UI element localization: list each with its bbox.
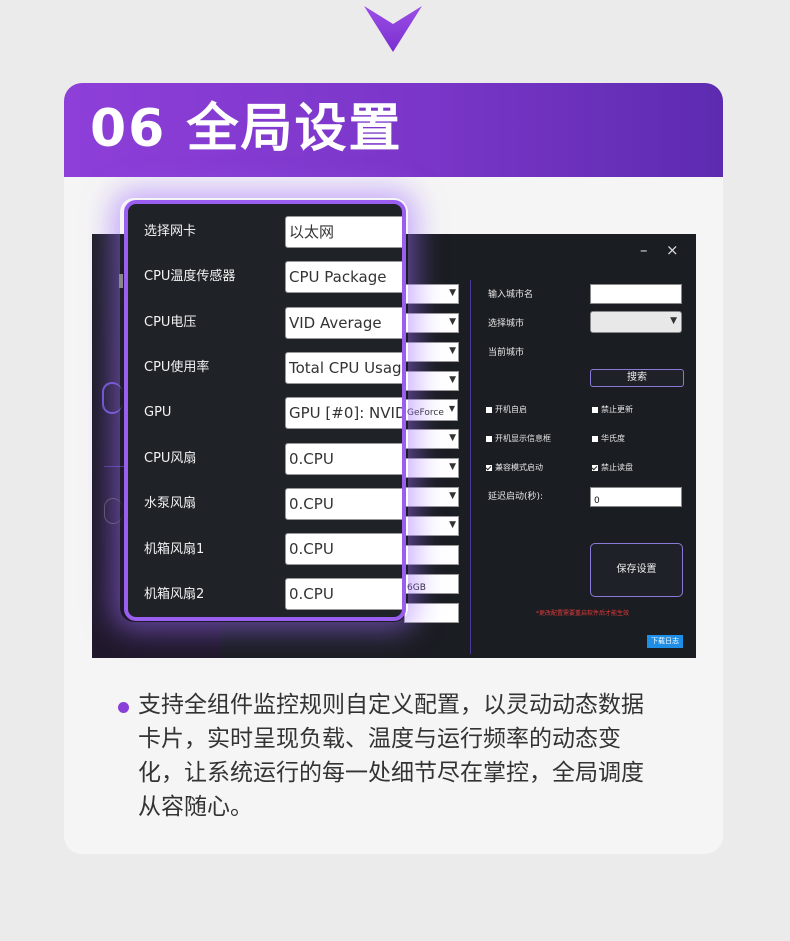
gpu-dropdown-extension[interactable]: GeForce ▼ [402,399,458,421]
mid-input[interactable] [404,545,459,565]
case-fan1-label: 机箱风扇1 [144,542,205,557]
caret-down-icon: ▼ [449,317,456,327]
mid-dropdown[interactable]: ▼ [404,313,459,333]
checkbox-show-info[interactable]: 开机显示信息框 [486,434,551,444]
mid-dropdown[interactable]: ▼ [404,371,459,391]
restart-warning: *更改配置需要重启软件后才能生效 [536,610,630,617]
checkbox-compat-mode[interactable]: 兼容模式启动 [486,463,543,473]
bullet-dot [118,702,129,713]
sensor-config-panel: 选择网卡 以太网 CPU温度传感器 CPU Package CPU电压 VID … [124,200,406,621]
cpu-voltage-label: CPU电压 [144,315,197,330]
mid-dropdown[interactable]: ▼ [404,284,459,304]
caret-down-icon: ▼ [449,433,456,443]
pump-fan-label: 水泵风扇 [144,496,197,511]
city-input-label: 输入城市名 [488,290,534,300]
delay-label: 延迟启动(秒): [488,492,544,502]
caret-down-icon: ▼ [670,316,677,326]
close-button[interactable]: × [666,240,679,260]
nic-label: 选择网卡 [144,224,197,239]
case-fan2-label: 机箱风扇2 [144,587,205,602]
download-log-button[interactable]: 下载日志 [647,635,683,648]
page-title: 06 全局设置 [90,99,403,159]
caret-down-icon: ▼ [449,375,456,385]
current-city-label: 当前城市 [488,348,525,358]
city-select[interactable]: ▼ [590,311,682,333]
cpu-voltage-select[interactable]: VID Average [285,307,402,339]
checkbox-icon [592,406,598,413]
case-fan2-select[interactable]: 0.CPU [285,578,402,610]
gpu-label: GPU [144,405,172,420]
city-input[interactable] [590,284,682,304]
checkbox-fahrenheit[interactable]: 华氏度 [592,434,625,444]
sidebar-item-active[interactable] [102,382,122,414]
mid-dropdown[interactable]: ▼ [404,516,459,536]
caret-down-icon: ▼ [449,491,456,501]
checkbox-icon [592,435,598,442]
mid-dropdown[interactable]: ▼ [404,342,459,362]
card-header: 06 全局设置 [64,83,723,177]
cpu-fan-select[interactable]: 0.CPU [285,443,402,475]
gpu-select[interactable]: GPU [#0]: NVIDIA [285,397,402,429]
save-settings-button[interactable]: 保存设置 [590,543,683,597]
case-fan1-select[interactable]: 0.CPU [285,533,402,565]
minimize-button[interactable]: – [640,240,648,260]
mid-dropdown[interactable]: ▼ [404,429,459,449]
caret-down-icon: ▼ [449,346,456,356]
mid-input[interactable] [404,603,459,623]
memory-value: 6GB [407,583,426,593]
checkbox-icon [486,435,492,442]
checkbox-disable-update[interactable]: 禁止更新 [592,405,633,415]
city-select-label: 选择城市 [488,319,525,329]
checkbox-autostart[interactable]: 开机自启 [486,405,527,415]
mid-dropdown[interactable]: ▼ [404,458,459,478]
caret-down-icon: ▼ [449,288,456,298]
checkbox-icon [592,464,598,471]
cpu-temp-sensor-select[interactable]: CPU Package [285,261,402,293]
caret-down-icon: ▼ [449,520,456,530]
feature-description: 支持全组件监控规则自定义配置，以灵动动态数据卡片，实时呈现负载、温度与运行频率的… [138,692,644,820]
mid-memory-field[interactable]: 6GB [404,574,459,594]
mid-dropdown[interactable]: ▼ [404,487,459,507]
chevron-down-icon [364,6,422,52]
caret-down-icon: ▼ [449,462,456,472]
column-divider [470,280,471,654]
checkbox-icon [486,406,492,413]
delay-input[interactable]: 0 [590,487,682,507]
cpu-usage-label: CPU使用率 [144,360,210,375]
cpu-fan-label: CPU风扇 [144,451,197,466]
checkbox-icon [486,464,492,471]
nic-select[interactable]: 以太网 [285,216,402,248]
caret-down-icon: ▼ [448,404,455,413]
search-button[interactable]: 搜索 [590,369,684,387]
pump-fan-select[interactable]: 0.CPU [285,488,402,520]
cpu-temp-sensor-label: CPU温度传感器 [144,269,236,284]
cpu-usage-select[interactable]: Total CPU Usage [285,352,402,384]
checkbox-disable-disk[interactable]: 禁止读盘 [592,463,633,473]
